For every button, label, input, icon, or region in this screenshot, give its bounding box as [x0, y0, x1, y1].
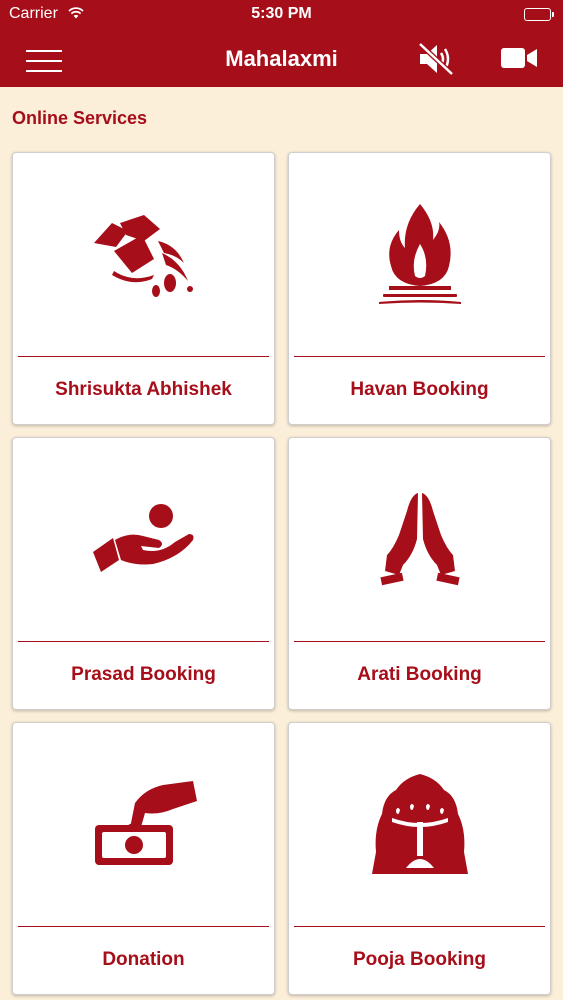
fire-icon [289, 153, 550, 356]
service-card-donation[interactable]: Donation [12, 722, 275, 995]
service-label: Havan Booking [350, 379, 489, 400]
status-time: 5:30 PM [251, 5, 312, 22]
mute-icon[interactable] [414, 40, 458, 78]
card-divider [294, 356, 545, 357]
donation-hand-icon [13, 723, 274, 926]
hand-offering-icon [13, 438, 274, 641]
card-divider [294, 926, 545, 927]
service-label: Arati Booking [357, 664, 482, 685]
service-card-havan-booking[interactable]: Havan Booking [288, 152, 551, 425]
service-card-shrisukta-abhishek[interactable]: Shrisukta Abhishek [12, 152, 275, 425]
service-label: Shrisukta Abhishek [55, 379, 232, 400]
service-label: Pooja Booking [353, 949, 486, 970]
section-title: Online Services [12, 108, 148, 128]
praying-hands-icon [289, 438, 550, 641]
service-card-arati-booking[interactable]: Arati Booking [288, 437, 551, 710]
service-card-prasad-booking[interactable]: Prasad Booking [12, 437, 275, 710]
service-card-pooja-booking[interactable]: Pooja Booking [288, 722, 551, 995]
service-label: Prasad Booking [71, 664, 216, 685]
page-title: Mahalaxmi [225, 46, 338, 71]
card-divider [18, 926, 269, 927]
status-bar: Carrier 5:30 PM [0, 0, 563, 30]
video-camera-icon[interactable] [498, 42, 540, 74]
abhishek-icon [13, 153, 274, 356]
diya-lamp-icon [289, 723, 550, 926]
card-divider [18, 641, 269, 642]
nav-bar: Mahalaxmi [0, 30, 563, 87]
battery-icon [524, 8, 554, 21]
service-label: Donation [102, 949, 185, 970]
card-divider [294, 641, 545, 642]
card-divider [18, 356, 269, 357]
